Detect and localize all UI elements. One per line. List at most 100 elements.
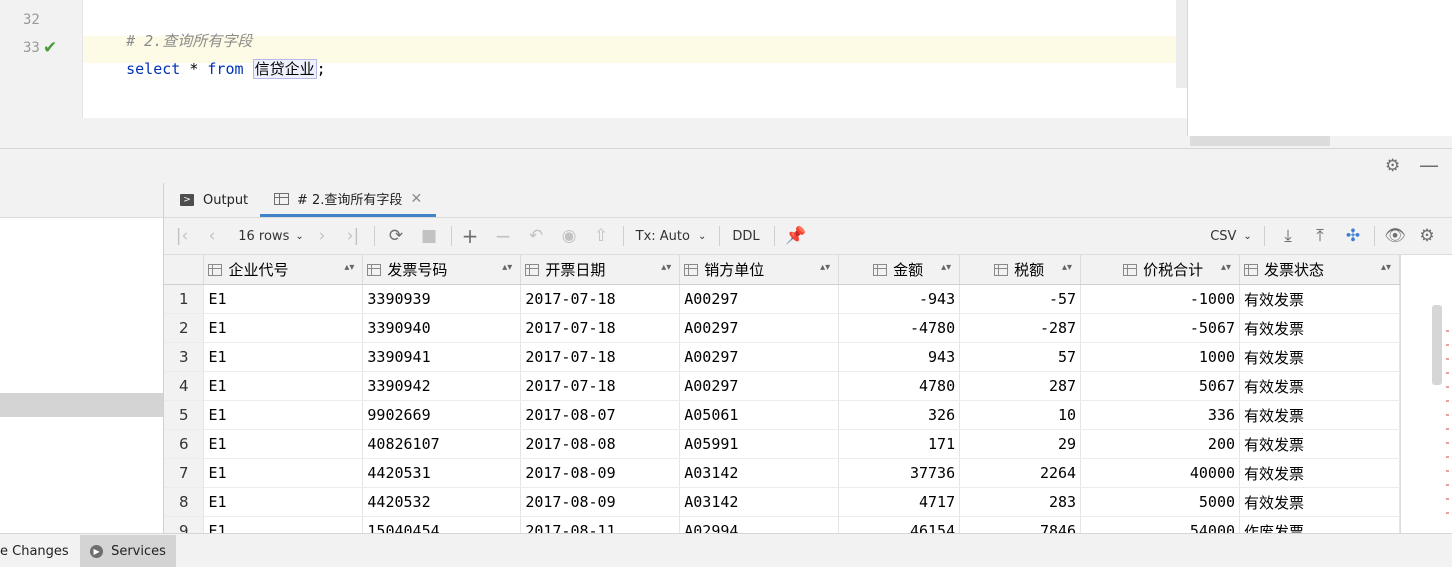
table-cell[interactable]: 2017-08-11 — [520, 516, 681, 533]
table-cell[interactable]: 2017-08-09 — [520, 487, 681, 517]
horizontal-scrollbar-thumb[interactable] — [1190, 136, 1330, 146]
table-cell[interactable]: E1 — [203, 458, 364, 488]
sort-icon[interactable]: ▴▾ — [941, 262, 951, 273]
row-number[interactable]: 9 — [164, 516, 205, 533]
table-cell[interactable]: 有效发票 — [1239, 342, 1400, 372]
row-number[interactable]: 2 — [164, 313, 205, 343]
table-cell[interactable]: 54000 — [1080, 516, 1241, 533]
table-cell[interactable]: -57 — [959, 284, 1082, 314]
table-cell[interactable]: A03142 — [679, 458, 840, 488]
table-cell[interactable]: E1 — [203, 516, 364, 533]
tab-output[interactable]: > Output — [180, 183, 248, 217]
changes-tool-button[interactable]: e Changes — [0, 535, 78, 567]
table-row[interactable]: 6 E1 40826107 2017-08-08 A05991 171 29 200 有效发票 — [164, 429, 1400, 459]
submit-icon[interactable]: ⇧ — [589, 218, 613, 254]
table-cell[interactable]: 2017-08-07 — [520, 400, 681, 430]
table-cell[interactable]: 57 — [959, 342, 1082, 372]
sort-icon[interactable]: ▴▾ — [502, 262, 512, 273]
row-number[interactable]: 8 — [164, 487, 205, 517]
table-cell[interactable]: 46154 — [838, 516, 961, 533]
close-icon[interactable]: ✕ — [410, 191, 422, 207]
sort-icon[interactable]: ▴▾ — [820, 262, 830, 273]
table-cell[interactable]: A03142 — [679, 487, 840, 517]
services-tool-button[interactable]: ▶ Services — [80, 535, 176, 567]
table-cell[interactable]: -943 — [838, 284, 961, 314]
upload-icon[interactable]: ⤒ — [1308, 218, 1332, 254]
table-cell[interactable]: E1 — [203, 400, 364, 430]
column-header[interactable]: 发票号码 ▴▾ — [362, 255, 522, 285]
table-cell[interactable]: -5067 — [1080, 313, 1241, 343]
column-header[interactable]: 销方单位 ▴▾ — [679, 255, 840, 285]
table-cell[interactable]: 5067 — [1080, 371, 1241, 401]
column-header[interactable]: 税额 ▴▾ — [959, 255, 1082, 285]
table-cell[interactable]: 37736 — [838, 458, 961, 488]
table-cell[interactable]: 40000 — [1080, 458, 1241, 488]
delete-row-icon[interactable]: − — [491, 218, 515, 254]
last-page-icon[interactable]: ›| — [342, 218, 364, 254]
table-cell[interactable]: 336 — [1080, 400, 1241, 430]
sort-icon[interactable]: ▴▾ — [1062, 262, 1072, 273]
table-row[interactable]: 9 E1 15040454 2017-08-11 A02994 46154 7846 5400… — [164, 516, 1400, 533]
stop-icon[interactable]: ■ — [417, 218, 441, 254]
services-tree-selected-row[interactable] — [0, 393, 163, 417]
gear-icon[interactable]: ⚙ — [1385, 156, 1400, 176]
export-format-dropdown[interactable]: CSV ⌄ — [1208, 218, 1254, 254]
table-cell[interactable]: 7846 — [959, 516, 1082, 533]
table-cell[interactable]: 200 — [1080, 429, 1241, 459]
table-cell[interactable]: A00297 — [679, 371, 840, 401]
table-cell[interactable]: E1 — [203, 342, 364, 372]
table-cell[interactable]: -287 — [959, 313, 1082, 343]
table-cell[interactable]: 2017-07-18 — [520, 342, 681, 372]
table-cell[interactable]: 2264 — [959, 458, 1082, 488]
transaction-mode-dropdown[interactable]: Tx: Auto ⌄ — [634, 218, 708, 254]
sql-editor[interactable]: 32 33 ✔ # 2.查询所有字段 select * from 信贷企业; — [0, 0, 1452, 148]
table-cell[interactable]: 2017-07-18 — [520, 284, 681, 314]
column-header[interactable]: 发票状态 ▴▾ — [1239, 255, 1400, 285]
tab-query-result[interactable]: # 2.查询所有字段 ✕ — [260, 183, 437, 217]
table-cell[interactable]: 4780 — [838, 371, 961, 401]
table-cell[interactable]: 5000 — [1080, 487, 1241, 517]
row-number[interactable]: 6 — [164, 429, 205, 459]
table-row[interactable]: 5 E1 9902669 2017-08-07 A05061 326 10 336 有效发票 — [164, 400, 1400, 430]
table-row[interactable]: 8 E1 4420532 2017-08-09 A03142 4717 283 5000 有效发… — [164, 487, 1400, 517]
row-number[interactable]: 3 — [164, 342, 205, 372]
first-page-icon[interactable]: |‹ — [172, 218, 192, 254]
table-cell[interactable]: 326 — [838, 400, 961, 430]
table-cell[interactable]: 有效发票 — [1239, 371, 1400, 401]
download-icon[interactable]: ⤓ — [1276, 218, 1300, 254]
row-number[interactable]: 1 — [164, 284, 205, 314]
table-cell[interactable]: 3390941 — [362, 342, 522, 372]
editor-scrollbar[interactable] — [1176, 0, 1187, 88]
table-cell[interactable]: 有效发票 — [1239, 487, 1400, 517]
pin-icon[interactable]: 📌 — [784, 218, 808, 254]
minimize-icon[interactable]: — — [1419, 153, 1439, 177]
table-cell[interactable]: 1000 — [1080, 342, 1241, 372]
table-cell[interactable]: 283 — [959, 487, 1082, 517]
table-cell[interactable]: -1000 — [1080, 284, 1241, 314]
result-grid[interactable]: 企业代号 ▴▾ 发票号码 ▴▾ 开票日期 ▴▾ 销方单位 ▴▾ 金额 ▴▾ 税额 ▴▾ 价税… — [164, 255, 1400, 533]
settings-icon[interactable]: ⚙ — [1415, 218, 1439, 254]
vertical-scrollbar-thumb[interactable] — [1432, 305, 1442, 385]
table-cell[interactable]: 2017-08-08 — [520, 429, 681, 459]
table-cell[interactable]: 4420531 — [362, 458, 522, 488]
sort-icon[interactable]: ▴▾ — [344, 262, 354, 273]
table-cell[interactable]: E1 — [203, 429, 364, 459]
table-cell[interactable]: 40826107 — [362, 429, 522, 459]
sql-table-name[interactable]: 信贷企业 — [252, 59, 317, 79]
table-cell[interactable]: A05991 — [679, 429, 840, 459]
table-cell[interactable]: 有效发票 — [1239, 429, 1400, 459]
table-row[interactable]: 7 E1 4420531 2017-08-09 A03142 37736 2264 40000… — [164, 458, 1400, 488]
table-cell[interactable]: 9902669 — [362, 400, 522, 430]
table-cell[interactable]: 10 — [959, 400, 1082, 430]
table-cell[interactable]: 15040454 — [362, 516, 522, 533]
rows-count-dropdown[interactable]: 16 rows ⌄ — [236, 218, 306, 254]
row-number[interactable]: 4 — [164, 371, 205, 401]
table-cell[interactable]: E1 — [203, 313, 364, 343]
sort-icon[interactable]: ▴▾ — [1381, 262, 1391, 273]
table-cell[interactable]: 287 — [959, 371, 1082, 401]
column-header[interactable]: 价税合计 ▴▾ — [1080, 255, 1241, 285]
table-row[interactable]: 2 E1 3390940 2017-07-18 A00297 -4780 -287 -5067… — [164, 313, 1400, 343]
refresh-icon[interactable]: ⟳ — [384, 218, 408, 254]
ddl-button[interactable]: DDL — [729, 218, 763, 254]
table-cell[interactable]: 2017-07-18 — [520, 313, 681, 343]
